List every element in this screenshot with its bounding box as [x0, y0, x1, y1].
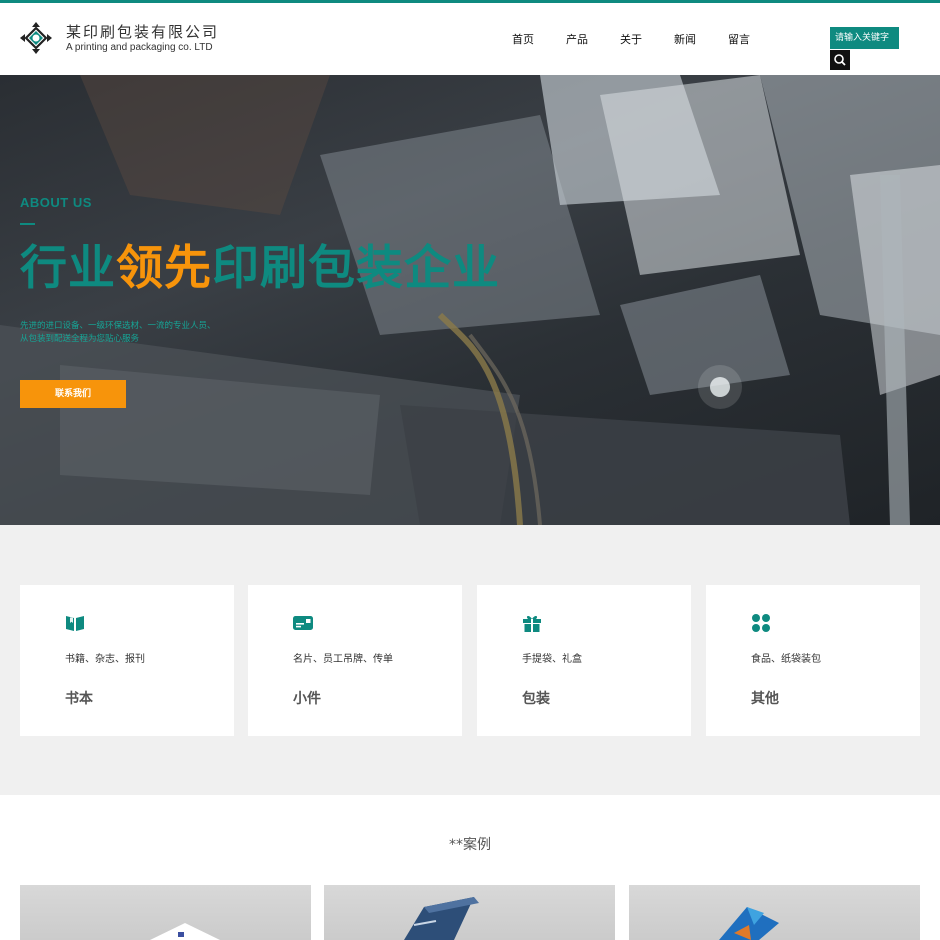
service-desc: 名片、员工吊牌、传单	[293, 654, 393, 665]
brand-subtitle: A printing and packaging co. LTD	[66, 42, 213, 53]
nav-news[interactable]: 新闻	[674, 31, 696, 47]
hero-description-line-1: 先进的进口设备、一级环保选材、一流的专业人员、	[20, 321, 216, 331]
logo-icon[interactable]	[18, 20, 54, 56]
card-icon	[293, 616, 313, 630]
case-image-3	[719, 907, 779, 940]
services-section: 书籍、杂志、报刊 书本 名片、员工吊牌、传单 小件 手提袋、礼盒 包装 食品、纸…	[0, 525, 940, 795]
eyebrow-underline	[20, 223, 35, 225]
hero-description: 先进的进口设备、一级环保选材、一流的专业人员、 从包装到配送全程为您贴心服务	[20, 320, 216, 346]
case-image-1	[150, 923, 220, 940]
case-image-2	[404, 897, 479, 940]
hero-title-part-2: 领先	[116, 241, 212, 296]
search-button[interactable]	[830, 50, 850, 70]
grid-icon	[752, 614, 770, 632]
service-title: 包装	[522, 691, 550, 707]
case-thumbnail-3[interactable]	[629, 885, 920, 940]
service-title: 书本	[65, 691, 93, 707]
nav-message[interactable]: 留言	[728, 31, 750, 47]
service-desc: 书籍、杂志、报刊	[65, 654, 145, 665]
service-desc: 食品、纸袋装包	[751, 654, 821, 665]
nav-home[interactable]: 首页	[512, 31, 534, 47]
about-us-eyebrow: ABOUT US	[20, 195, 92, 210]
hero-title: 行业领先印刷包装企业	[20, 239, 500, 299]
service-card-books[interactable]: 书籍、杂志、报刊 书本	[20, 585, 234, 736]
search-input[interactable]: 请输入关键字	[830, 27, 899, 49]
service-card-others[interactable]: 食品、纸袋装包 其他	[706, 585, 920, 736]
site-header: 某印刷包装有限公司 A printing and packaging co. L…	[0, 3, 940, 75]
gift-icon	[523, 615, 541, 632]
service-desc: 手提袋、礼盒	[522, 654, 582, 665]
hero-title-part-3: 印刷包装企业	[212, 241, 500, 296]
nav-about[interactable]: 关于	[620, 31, 642, 47]
nav-products[interactable]: 产品	[566, 31, 588, 47]
contact-us-button[interactable]: 联系我们	[20, 380, 126, 408]
book-icon	[66, 616, 84, 631]
service-title: 小件	[293, 691, 321, 707]
hero-description-line-2: 从包装到配送全程为您贴心服务	[20, 334, 140, 344]
service-title: 其他	[751, 691, 779, 707]
service-card-packaging[interactable]: 手提袋、礼盒 包装	[477, 585, 691, 736]
case-thumbnail-1[interactable]	[20, 885, 311, 940]
brand-name: 某印刷包装有限公司	[66, 23, 220, 41]
cases-section-title: **案例	[449, 837, 491, 853]
case-thumbnail-2[interactable]	[324, 885, 615, 940]
search-icon	[834, 54, 846, 66]
service-card-small-items[interactable]: 名片、员工吊牌、传单 小件	[248, 585, 462, 736]
hero-background-image	[0, 75, 940, 525]
hero-title-part-1: 行业	[20, 241, 116, 296]
hero-banner: ABOUT US 行业领先印刷包装企业 先进的进口设备、一级环保选材、一流的专业…	[0, 75, 940, 525]
